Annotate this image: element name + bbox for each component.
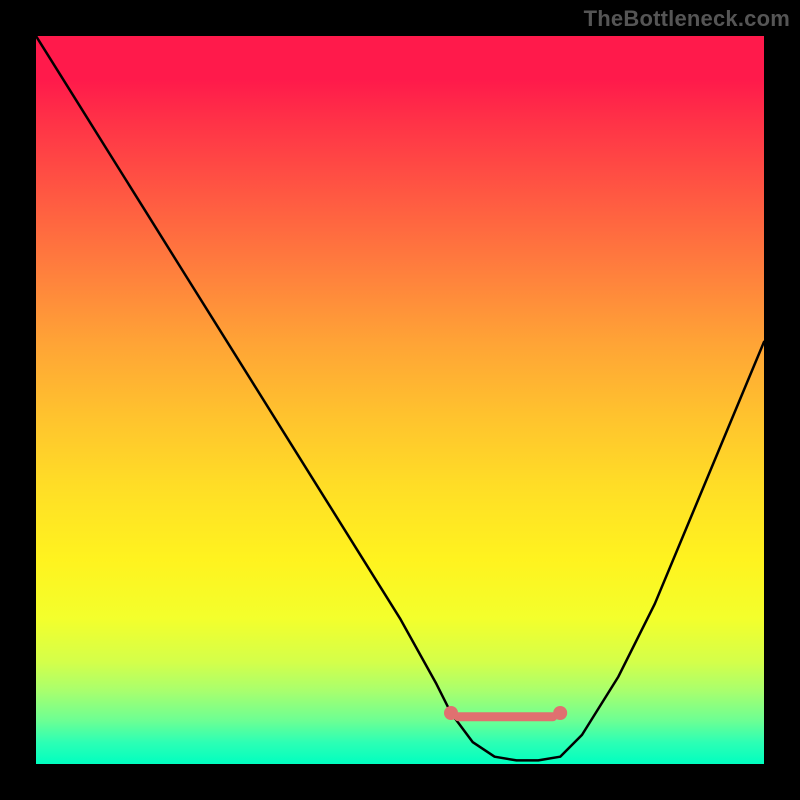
bottleneck-curve — [36, 36, 764, 760]
curve-layer — [36, 36, 764, 764]
plot-area — [36, 36, 764, 764]
watermark-text: TheBottleneck.com — [584, 6, 790, 32]
range-end-marker — [553, 706, 567, 720]
range-start-marker — [444, 706, 458, 720]
chart-frame: TheBottleneck.com — [0, 0, 800, 800]
